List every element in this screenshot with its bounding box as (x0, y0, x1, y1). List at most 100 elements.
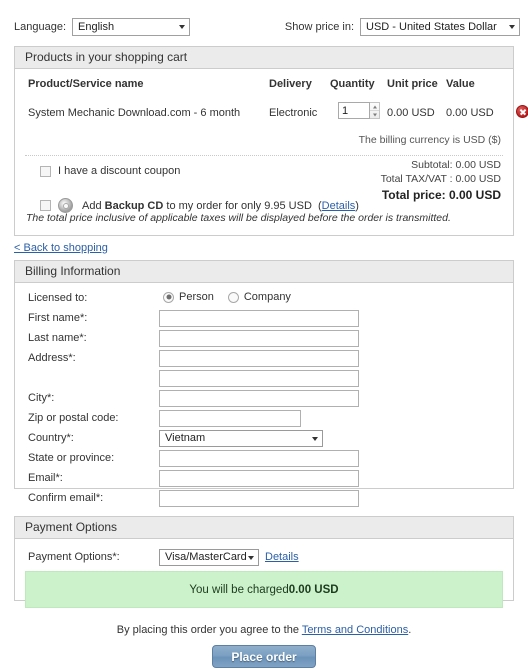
total-price-value: Total price: 0.00 USD (381, 188, 501, 202)
cart-item-name: System Mechanic Download.com - 6 month (28, 107, 241, 119)
confirm-email-label: Confirm email*: (28, 492, 104, 504)
place-order-button[interactable]: Place order (212, 645, 316, 668)
language-selector-group: Language: English (14, 18, 190, 36)
column-header-name: Product/Service name (28, 78, 144, 90)
billing-currency-note: The billing currency is USD ($) (358, 134, 501, 146)
payment-options-panel: Payment Options Payment Options*: Visa/M… (14, 516, 514, 608)
column-header-value: Value (446, 78, 475, 90)
payment-method-row: Payment Options*: Visa/MasterCard (15, 549, 513, 567)
language-select[interactable]: English (72, 18, 190, 36)
terms-notice: By placing this order you agree to the T… (0, 624, 528, 636)
chevron-down-icon (509, 25, 515, 29)
checkout-page: Language: English Show price in: USD - U… (0, 0, 528, 669)
currency-select[interactable]: USD - United States Dollar (360, 18, 520, 36)
city-input[interactable] (159, 390, 359, 407)
email-input[interactable] (159, 470, 359, 487)
backup-cd-bold: Backup CD (104, 199, 164, 212)
country-row: Country*: Vietnam (15, 430, 513, 448)
address-line2-input[interactable] (159, 370, 359, 387)
payment-method-select[interactable]: Visa/MasterCard (159, 549, 259, 566)
discount-coupon-label: I have a discount coupon (58, 165, 181, 177)
licensed-to-label: Licensed to: (28, 292, 88, 304)
chevron-down-icon (179, 25, 185, 29)
address-line2-row (15, 370, 513, 388)
back-to-shopping-label: < Back to shopping (14, 242, 108, 254)
email-label: Email*: (28, 472, 63, 484)
state-row: State or province: (15, 450, 513, 468)
backup-cd-text: Add Backup CD to my order for only 9.95 … (82, 199, 359, 212)
city-row: City*: (15, 390, 513, 408)
cart-item-unit-price: 0.00 USD (387, 107, 435, 119)
language-label: Language: (14, 21, 66, 33)
radio-person[interactable] (163, 291, 174, 303)
cart-divider (25, 155, 503, 156)
cart-totals: Subtotal: 0.00 USD Total TAX/VAT : 0.00 … (381, 158, 501, 202)
charge-amount: 0.00 USD (288, 583, 339, 596)
payment-panel-title: Payment Options (15, 517, 513, 539)
quantity-input[interactable] (338, 102, 370, 119)
discount-coupon-row[interactable]: I have a discount coupon (40, 165, 180, 177)
stepper-up-icon[interactable] (370, 103, 379, 111)
backup-cd-details-link[interactable]: Details (322, 200, 356, 212)
charge-amount-banner: You will be charged 0.00 USD (25, 571, 503, 608)
chevron-down-icon (248, 555, 254, 560)
tax-disclaimer: The total price inclusive of applicable … (26, 212, 451, 224)
licensed-to-radio-group[interactable]: Person Company (163, 291, 291, 303)
country-select[interactable]: Vietnam (159, 430, 323, 447)
address-line1-input[interactable] (159, 350, 359, 367)
backup-cd-prefix: Add (82, 199, 105, 212)
place-order-label: Place order (231, 649, 297, 664)
last-name-row: Last name*: (15, 330, 513, 348)
payment-option-label: Payment Options*: (28, 551, 120, 563)
backup-cd-checkbox[interactable] (40, 200, 51, 211)
column-header-quantity: Quantity (330, 78, 375, 90)
language-select-value: English (78, 21, 115, 33)
billing-body: Licensed to: Person Company First name*:… (15, 283, 513, 507)
terms-suffix: . (408, 624, 412, 636)
quantity-stepper[interactable] (370, 102, 380, 119)
terms-and-conditions-link[interactable]: Terms and Conditions (302, 624, 408, 636)
zip-row: Zip or postal code: (15, 410, 513, 428)
radio-company-label: Company (243, 291, 291, 303)
city-label: City*: (28, 392, 55, 404)
billing-information-panel: Billing Information Licensed to: Person … (14, 260, 514, 507)
currency-select-value: USD - United States Dollar (366, 21, 497, 33)
cart-item-value: 0.00 USD (446, 107, 494, 119)
tax-value: Total TAX/VAT : 0.00 USD (380, 173, 501, 185)
stepper-down-icon[interactable] (370, 111, 379, 118)
country-select-value: Vietnam (165, 432, 206, 444)
last-name-label: Last name*: (28, 332, 87, 344)
backup-cd-suffix: to my order for only 9.95 USD (163, 199, 312, 212)
state-input[interactable] (159, 450, 359, 467)
state-label: State or province: (28, 452, 115, 464)
first-name-row: First name*: (15, 310, 513, 328)
subtotal-value: Subtotal: 0.00 USD (411, 159, 501, 171)
charge-text-prefix: You will be charged (189, 583, 289, 596)
radio-company[interactable] (227, 291, 239, 303)
compact-disc-icon (58, 198, 73, 213)
first-name-input[interactable] (159, 310, 359, 327)
payment-method-value: Visa/MasterCard (165, 551, 247, 563)
shopping-cart-panel: Products in your shopping cart Product/S… (14, 46, 528, 236)
confirm-email-row: Confirm email*: (15, 490, 513, 508)
zip-input[interactable] (159, 410, 301, 427)
licensed-to-row: Licensed to: Person Company (15, 290, 513, 308)
zip-label: Zip or postal code: (28, 412, 119, 424)
last-name-input[interactable] (159, 330, 359, 347)
payment-body: Payment Options*: Visa/MasterCard Detail… (15, 539, 513, 608)
cart-panel-title: Products in your shopping cart (15, 47, 513, 69)
address-row: Address*: (15, 350, 513, 368)
confirm-email-input[interactable] (159, 490, 359, 507)
discount-coupon-checkbox[interactable] (40, 165, 51, 177)
column-header-delivery: Delivery (269, 78, 312, 90)
back-to-shopping-link[interactable]: < Back to shopping (14, 242, 108, 254)
currency-label: Show price in: (284, 21, 354, 33)
backup-cd-row[interactable]: Add Backup CD to my order for only 9.95 … (40, 198, 359, 213)
chevron-down-icon (312, 436, 318, 441)
top-settings-bar: Language: English Show price in: USD - U… (0, 18, 528, 40)
address-label: Address*: (28, 352, 76, 364)
cart-item-delivery: Electronic (269, 107, 318, 119)
payment-details-link[interactable]: Details (265, 551, 299, 563)
country-label: Country*: (28, 432, 74, 444)
remove-item-icon[interactable] (516, 105, 528, 118)
